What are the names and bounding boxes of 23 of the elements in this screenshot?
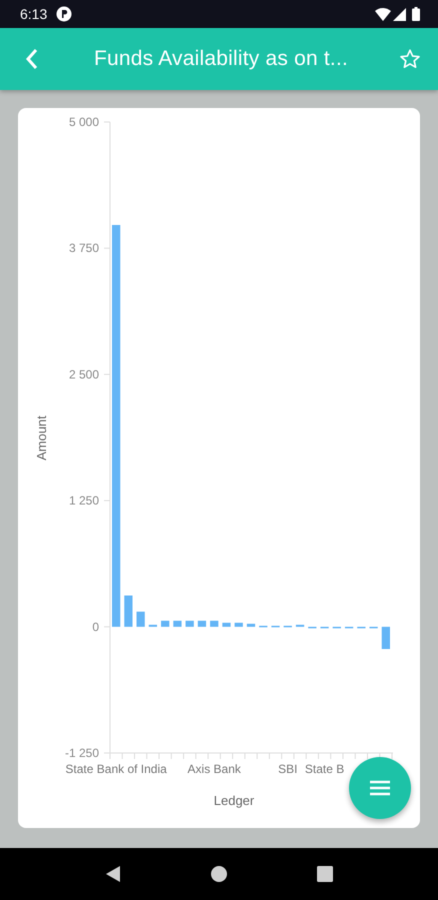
menu-icon: [369, 780, 391, 796]
x-tick-label: Axis Bank: [188, 762, 241, 776]
y-tick-label: 3 750: [68, 241, 99, 256]
notification-icon: [56, 6, 72, 22]
y-axis-title: Amount: [34, 416, 49, 460]
x-tick-label: State B: [304, 762, 344, 776]
battery-icon: [412, 7, 420, 21]
y-tick-label: 0: [92, 620, 99, 634]
home-nav-icon[interactable]: [210, 865, 228, 883]
back-nav-icon[interactable]: [104, 865, 121, 883]
clock: 6:13: [20, 6, 48, 22]
y-tick-label: 2 500: [68, 367, 99, 382]
screen-title: Funds Availability as on t...: [92, 47, 350, 71]
x-tick-label: State Bank of India: [65, 762, 167, 776]
wifi-icon: [375, 8, 391, 20]
y-tick-label: 5 000: [68, 115, 99, 129]
y-tick-label: -1 250: [64, 746, 99, 760]
y-tick-label: 1 250: [68, 494, 99, 508]
x-axis-title: Ledger: [214, 793, 254, 808]
star-icon[interactable]: [398, 47, 422, 71]
recents-nav-icon[interactable]: [317, 866, 334, 882]
signal-icon: [393, 8, 406, 20]
x-tick-label: SBI: [278, 762, 298, 776]
